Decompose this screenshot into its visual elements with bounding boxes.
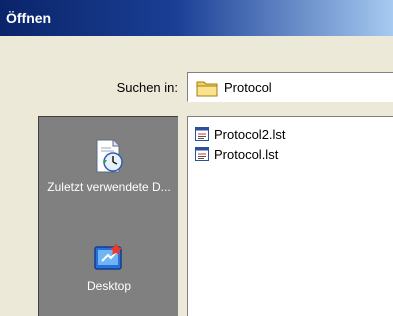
file-item[interactable]: Protocol.lst [194, 145, 278, 163]
look-in-label: Suchen in: [116, 80, 178, 95]
file-name: Protocol.lst [214, 146, 279, 162]
place-recent-documents-label: Zuletzt verwendete D... [47, 180, 171, 194]
title-bar[interactable]: Öffnen [0, 0, 393, 36]
lst-file-icon [195, 147, 209, 161]
window-title: Öffnen [6, 10, 52, 26]
place-recent-documents[interactable]: Zuletzt verwendete D... [39, 138, 179, 195]
file-name: Protocol2.lst [214, 126, 286, 142]
file-item[interactable]: Protocol2.lst [194, 125, 286, 143]
look-in-value: Protocol [224, 80, 272, 95]
places-bar: Zuletzt verwendete D... Desktop [38, 116, 178, 316]
file-list[interactable]: Protocol2.lst Protocol.lst [187, 116, 393, 316]
desktop-icon [94, 243, 122, 270]
place-desktop-label: Desktop [86, 279, 132, 293]
folder-icon [196, 81, 218, 97]
lst-file-icon [195, 127, 209, 141]
place-desktop[interactable]: Desktop [39, 241, 179, 294]
look-in-combobox[interactable]: Protocol [187, 72, 393, 102]
recent-documents-icon [96, 139, 123, 173]
